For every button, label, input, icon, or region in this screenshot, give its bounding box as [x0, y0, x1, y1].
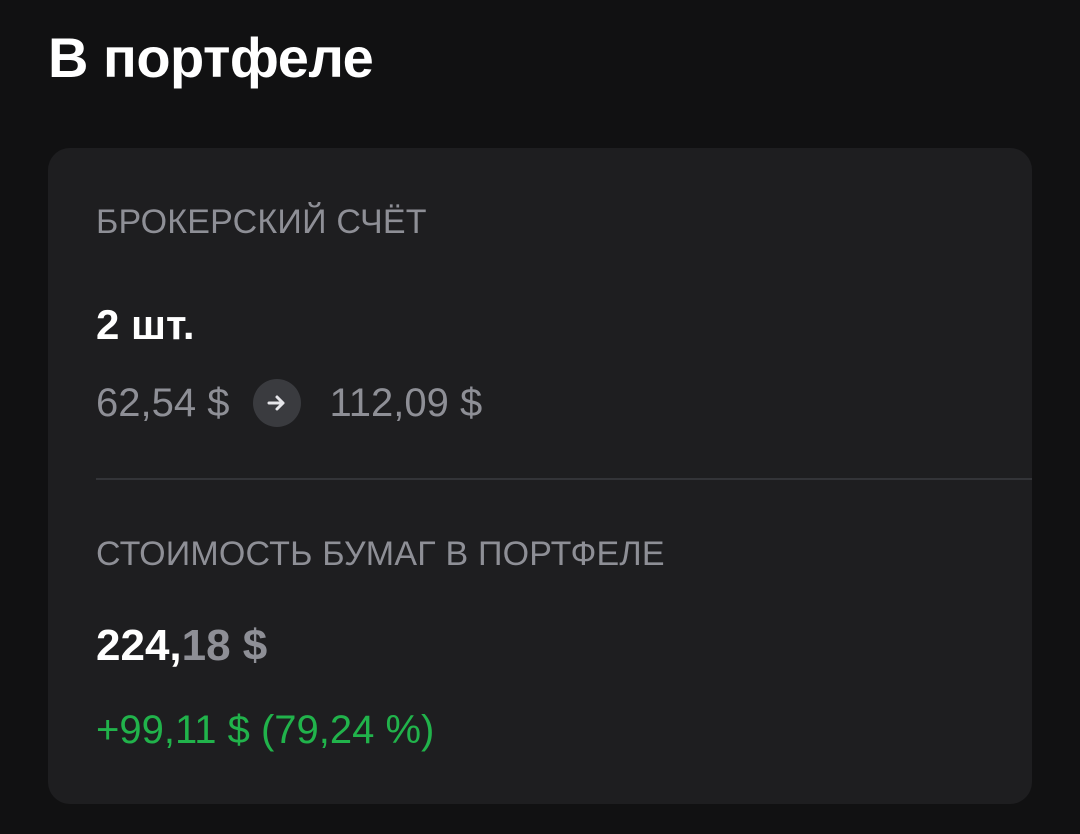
divider — [96, 478, 1032, 480]
quantity-value: 2 шт. — [96, 301, 195, 348]
current-price: 112,09 $ — [329, 380, 483, 425]
profit-change: +99,11 $ (79,24 %) — [96, 708, 435, 752]
total-value-integer: 224, — [96, 621, 182, 670]
securities-value-label: СТОИМОСТЬ БУМАГ В ПОРТФЕЛЕ — [96, 535, 665, 573]
total-value-fraction: 18 $ — [181, 621, 268, 670]
total-value: 224,18 $ — [96, 620, 267, 672]
arrow-right-icon — [253, 379, 302, 427]
brokerage-account-label: БРОКЕРСКИЙ СЧЁТ — [96, 203, 427, 241]
page-title: В портфеле — [48, 26, 374, 89]
portfolio-screen: В портфеле БРОКЕРСКИЙ СЧЁТ 2 шт. 62,54 $… — [0, 0, 1080, 834]
portfolio-card: БРОКЕРСКИЙ СЧЁТ 2 шт. 62,54 $ 112,09 $ С… — [48, 148, 1032, 804]
price-change-row: 62,54 $ 112,09 $ — [96, 378, 482, 428]
average-price: 62,54 $ — [96, 380, 230, 425]
